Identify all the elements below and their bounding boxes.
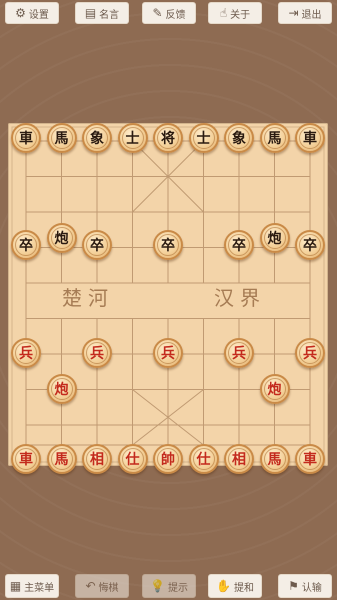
piece-b-soldier-2[interactable]: 卒: [82, 229, 112, 260]
hint-button[interactable]: 💡 提示: [142, 574, 196, 598]
grid-icon: ▦: [9, 579, 22, 593]
piece-r-soldier-3[interactable]: 兵: [153, 338, 183, 368]
undo-arrow-icon: ↶: [85, 579, 96, 593]
undo-button[interactable]: ↶ 悔棋: [75, 574, 129, 598]
piece-b-general[interactable]: 将: [153, 123, 183, 153]
famous-quotes-label: 名言: [99, 9, 120, 21]
piece-r-elephant-1[interactable]: 相: [82, 444, 112, 474]
exit-button[interactable]: ⇥ 退出: [278, 2, 332, 24]
piece-r-chariot-1[interactable]: 車: [11, 444, 41, 474]
piece-b-chariot-2[interactable]: 車: [295, 123, 325, 153]
lightbulb-icon: 💡: [150, 579, 165, 593]
piece-r-horse-1[interactable]: 馬: [46, 444, 77, 474]
feedback-label: 反馈: [165, 9, 186, 21]
piece-r-advisor-2[interactable]: 仕: [188, 444, 219, 474]
piece-r-soldier-5[interactable]: 兵: [295, 338, 325, 368]
piece-r-chariot-2[interactable]: 車: [295, 444, 325, 474]
draw-offer-button[interactable]: ✋ 提和: [208, 574, 262, 598]
gear-icon: ⚙: [15, 6, 26, 20]
bottom-toolbar: ▦ 主菜单 ↶ 悔棋 💡 提示 ✋ 提和 ⚑ 认输: [0, 574, 337, 600]
settings-label: 设置: [28, 9, 49, 21]
hand-pointer-icon: ☝: [219, 6, 228, 20]
piece-b-soldier-4[interactable]: 卒: [224, 229, 254, 260]
piece-r-cannon-2[interactable]: 炮: [259, 374, 290, 404]
exit-label: 退出: [301, 9, 322, 21]
resign-button[interactable]: ⚑ 认输: [278, 574, 332, 598]
hint-label: 提示: [167, 582, 188, 594]
settings-button[interactable]: ⚙ 设置: [5, 2, 59, 24]
piece-r-general[interactable]: 帥: [153, 444, 183, 474]
piece-b-horse-2[interactable]: 馬: [259, 123, 290, 153]
piece-b-advisor-2[interactable]: 士: [188, 123, 219, 153]
undo-label: 悔棋: [98, 582, 119, 594]
flag-icon: ⚑: [288, 579, 299, 593]
piece-b-cannon-1[interactable]: 炮: [46, 223, 77, 253]
book-icon: ▤: [84, 6, 97, 20]
feedback-button[interactable]: ✎ 反馈: [142, 2, 196, 24]
piece-r-horse-2[interactable]: 馬: [259, 444, 290, 474]
main-menu-label: 主菜单: [24, 582, 55, 594]
board-grid: [11, 126, 325, 463]
about-label: 关于: [230, 9, 251, 21]
exit-icon: ⇥: [288, 6, 299, 20]
piece-b-elephant-1[interactable]: 象: [82, 123, 112, 153]
piece-b-advisor-1[interactable]: 士: [117, 123, 148, 153]
piece-r-cannon-1[interactable]: 炮: [46, 374, 77, 404]
draw-offer-label: 提和: [233, 582, 254, 594]
piece-b-soldier-5[interactable]: 卒: [295, 229, 325, 260]
resign-label: 认输: [301, 582, 322, 594]
piece-b-soldier-3[interactable]: 卒: [153, 229, 183, 260]
piece-r-elephant-2[interactable]: 相: [224, 444, 254, 474]
piece-r-advisor-1[interactable]: 仕: [117, 444, 148, 474]
piece-b-horse-1[interactable]: 馬: [46, 123, 77, 153]
edit-icon: ✎: [152, 6, 163, 20]
xiangqi-board[interactable]: [8, 123, 328, 466]
river-left-text: 楚河: [62, 286, 114, 310]
river-right-text: 汉界: [214, 286, 266, 310]
piece-b-soldier-1[interactable]: 卒: [11, 229, 41, 260]
piece-r-soldier-2[interactable]: 兵: [82, 338, 112, 368]
piece-b-cannon-2[interactable]: 炮: [259, 223, 290, 253]
piece-b-chariot-1[interactable]: 車: [11, 123, 41, 153]
top-toolbar: ⚙ 设置 ▤ 名言 ✎ 反馈 ☝ 关于 ⇥ 退出: [0, 0, 337, 30]
piece-r-soldier-1[interactable]: 兵: [11, 338, 41, 368]
main-menu-button[interactable]: ▦ 主菜单: [5, 574, 59, 598]
famous-quotes-button[interactable]: ▤ 名言: [75, 2, 129, 24]
about-button[interactable]: ☝ 关于: [208, 2, 262, 24]
piece-r-soldier-4[interactable]: 兵: [224, 338, 254, 368]
piece-b-elephant-2[interactable]: 象: [224, 123, 254, 153]
handshake-icon: ✋: [216, 579, 231, 593]
